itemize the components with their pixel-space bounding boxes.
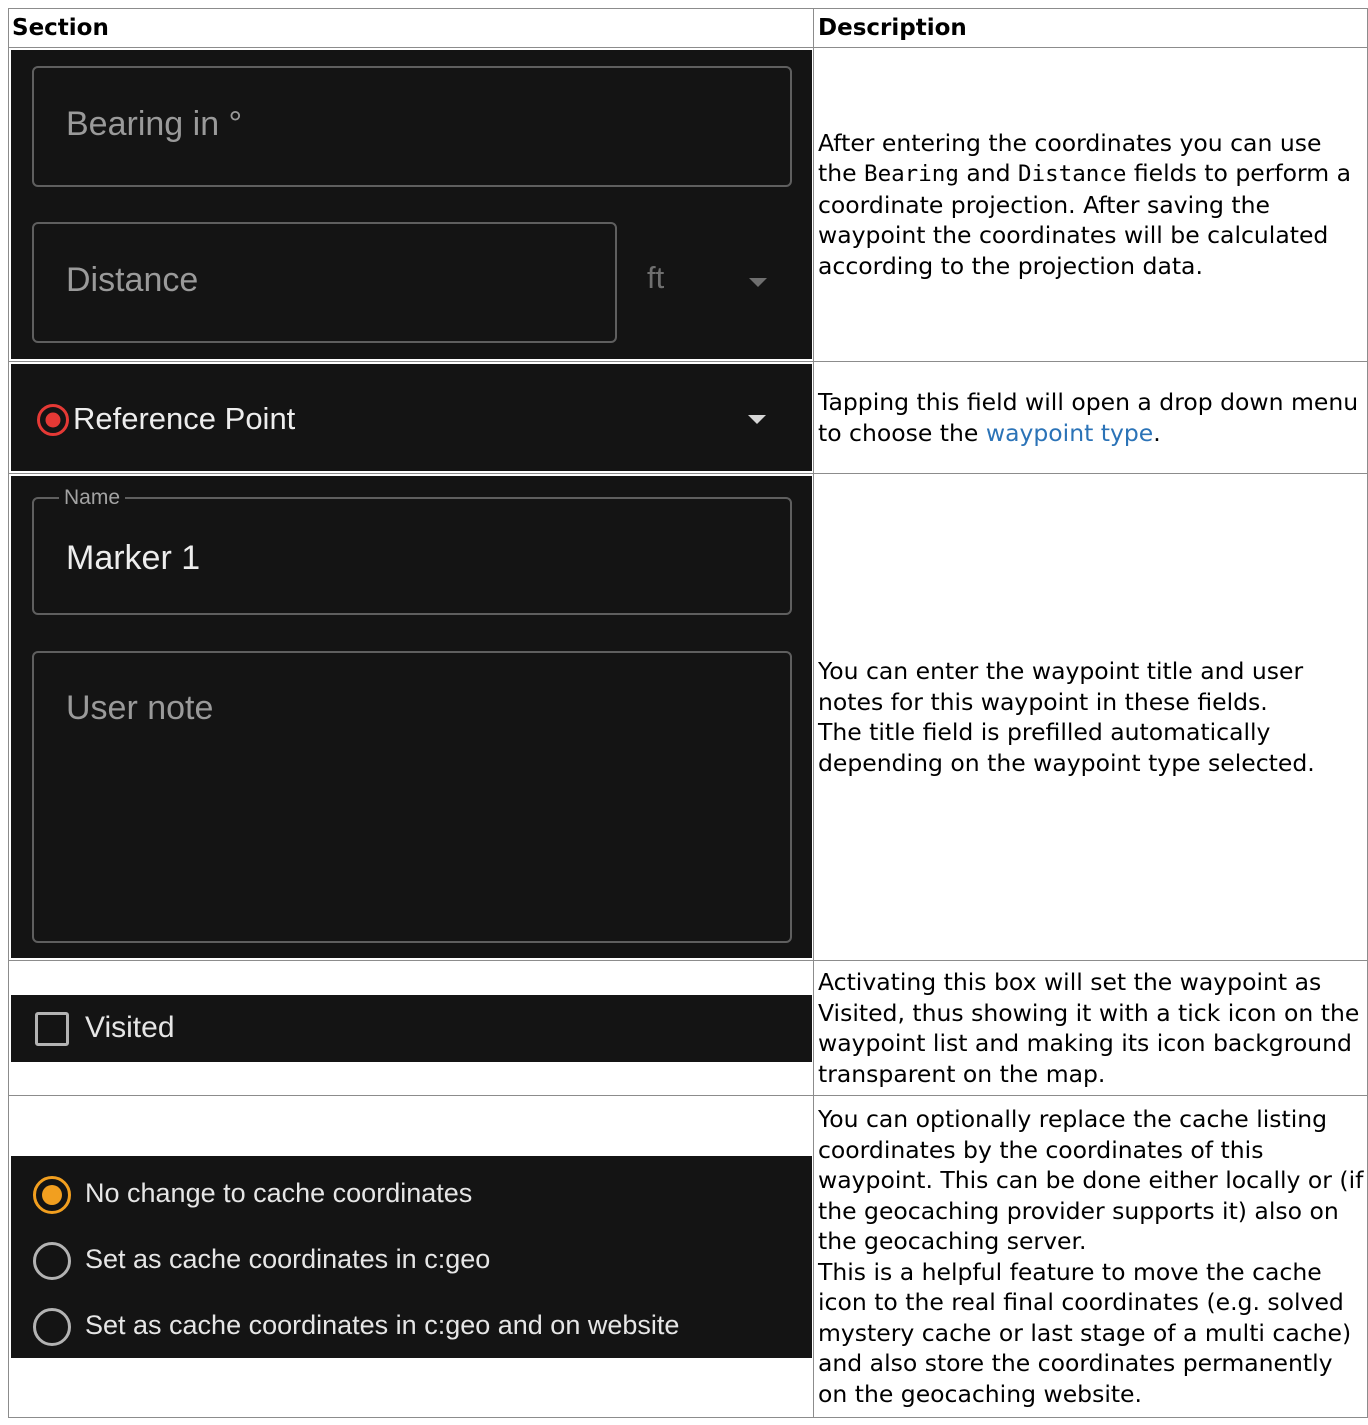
description-cell: After entering the coordinates you can u… (813, 47, 1368, 362)
desc-text: and (958, 159, 1019, 188)
name-value: Marker 1 (66, 539, 201, 577)
desc-text: You can enter the waypoint title and use… (818, 657, 1304, 716)
option-set-cgeo[interactable]: Set as cache coordinates in c:geo (11, 1236, 812, 1286)
table-row-name-note: Marker 1 Name User note You can enter th… (8, 473, 1368, 961)
distance-placeholder: Distance (66, 261, 199, 299)
option-label: No change to cache coordinates (85, 1177, 473, 1208)
code-distance: Distance (1018, 161, 1127, 188)
section-cell: Marker 1 Name User note (8, 473, 814, 961)
name-field[interactable]: Marker 1 (32, 497, 792, 615)
desc-text: . (1153, 418, 1161, 447)
description-cell: Activating this box will set the waypoin… (813, 960, 1368, 1096)
cache-coords-screenshot: No change to cache coordinates Set as ca… (11, 1155, 812, 1358)
visited-checkbox[interactable] (35, 1011, 69, 1046)
desc-text: You can optionally replace the cache lis… (818, 1105, 1364, 1255)
table-row-visited: Visited Activating this box will set the… (8, 960, 1368, 1096)
projection-screenshot: Bearing in ° Distance ft (11, 50, 812, 359)
section-cell: Visited (8, 960, 814, 1096)
table-row-cache-coords: No change to cache coordinates Set as ca… (8, 1095, 1368, 1418)
waypoint-type-screenshot: Reference Point (11, 364, 812, 471)
option-label: Set as cache coordinates in c:geo (85, 1243, 491, 1274)
section-cell: No change to cache coordinates Set as ca… (8, 1095, 814, 1418)
description-cell: You can enter the waypoint title and use… (813, 473, 1368, 961)
unit-dropdown[interactable]: ft (631, 240, 791, 320)
chevron-down-icon (748, 415, 766, 424)
documentation-table: Section Description Bearing in ° Distanc… (8, 8, 1368, 1418)
bearing-field[interactable]: Bearing in ° (32, 66, 792, 187)
header-row: Section Description (8, 8, 1368, 48)
distance-field[interactable]: Distance (32, 222, 617, 343)
code-bearing: Bearing (864, 161, 959, 188)
waypoint-type-value: Reference Point (73, 401, 296, 436)
user-note-placeholder: User note (66, 689, 214, 727)
description-cell: You can optionally replace the cache lis… (813, 1095, 1368, 1418)
table-row-waypoint-type: Reference Point Tapping this field will … (8, 361, 1368, 474)
visited-label: Visited (85, 1010, 175, 1044)
option-no-change[interactable]: No change to cache coordinates (11, 1170, 812, 1220)
option-set-cgeo-website[interactable]: Set as cache coordinates in c:geo and on… (11, 1302, 812, 1352)
section-cell: Bearing in ° Distance ft (8, 47, 814, 362)
desc-text: The title field is prefilled automatical… (818, 718, 1315, 777)
header-section: Section (8, 8, 814, 48)
header-description: Description (813, 8, 1368, 48)
waypoint-type-dropdown[interactable]: Reference Point (11, 364, 812, 471)
option-label: Set as cache coordinates in c:geo and on… (85, 1309, 680, 1340)
unit-value: ft (647, 260, 665, 295)
name-note-screenshot: Marker 1 Name User note (11, 476, 812, 958)
bearing-placeholder: Bearing in ° (66, 105, 243, 143)
description-cell: Tapping this field will open a drop down… (813, 361, 1368, 474)
section-cell: Reference Point (8, 361, 814, 474)
desc-text: This is a helpful feature to move the ca… (818, 1257, 1352, 1408)
waypoint-type-link[interactable]: waypoint type (986, 419, 1153, 447)
visited-checkbox-row[interactable]: Visited (11, 995, 812, 1062)
chevron-down-icon (749, 278, 767, 287)
radio-selected[interactable] (33, 1175, 71, 1214)
visited-screenshot: Visited (11, 994, 812, 1062)
user-note-field[interactable]: User note (32, 651, 792, 943)
reference-point-icon (37, 404, 69, 436)
radio-unselected[interactable] (33, 1307, 71, 1346)
table-row-projection: Bearing in ° Distance ft After entering … (8, 47, 1368, 362)
name-label: Name (59, 486, 126, 510)
radio-unselected[interactable] (33, 1241, 71, 1280)
